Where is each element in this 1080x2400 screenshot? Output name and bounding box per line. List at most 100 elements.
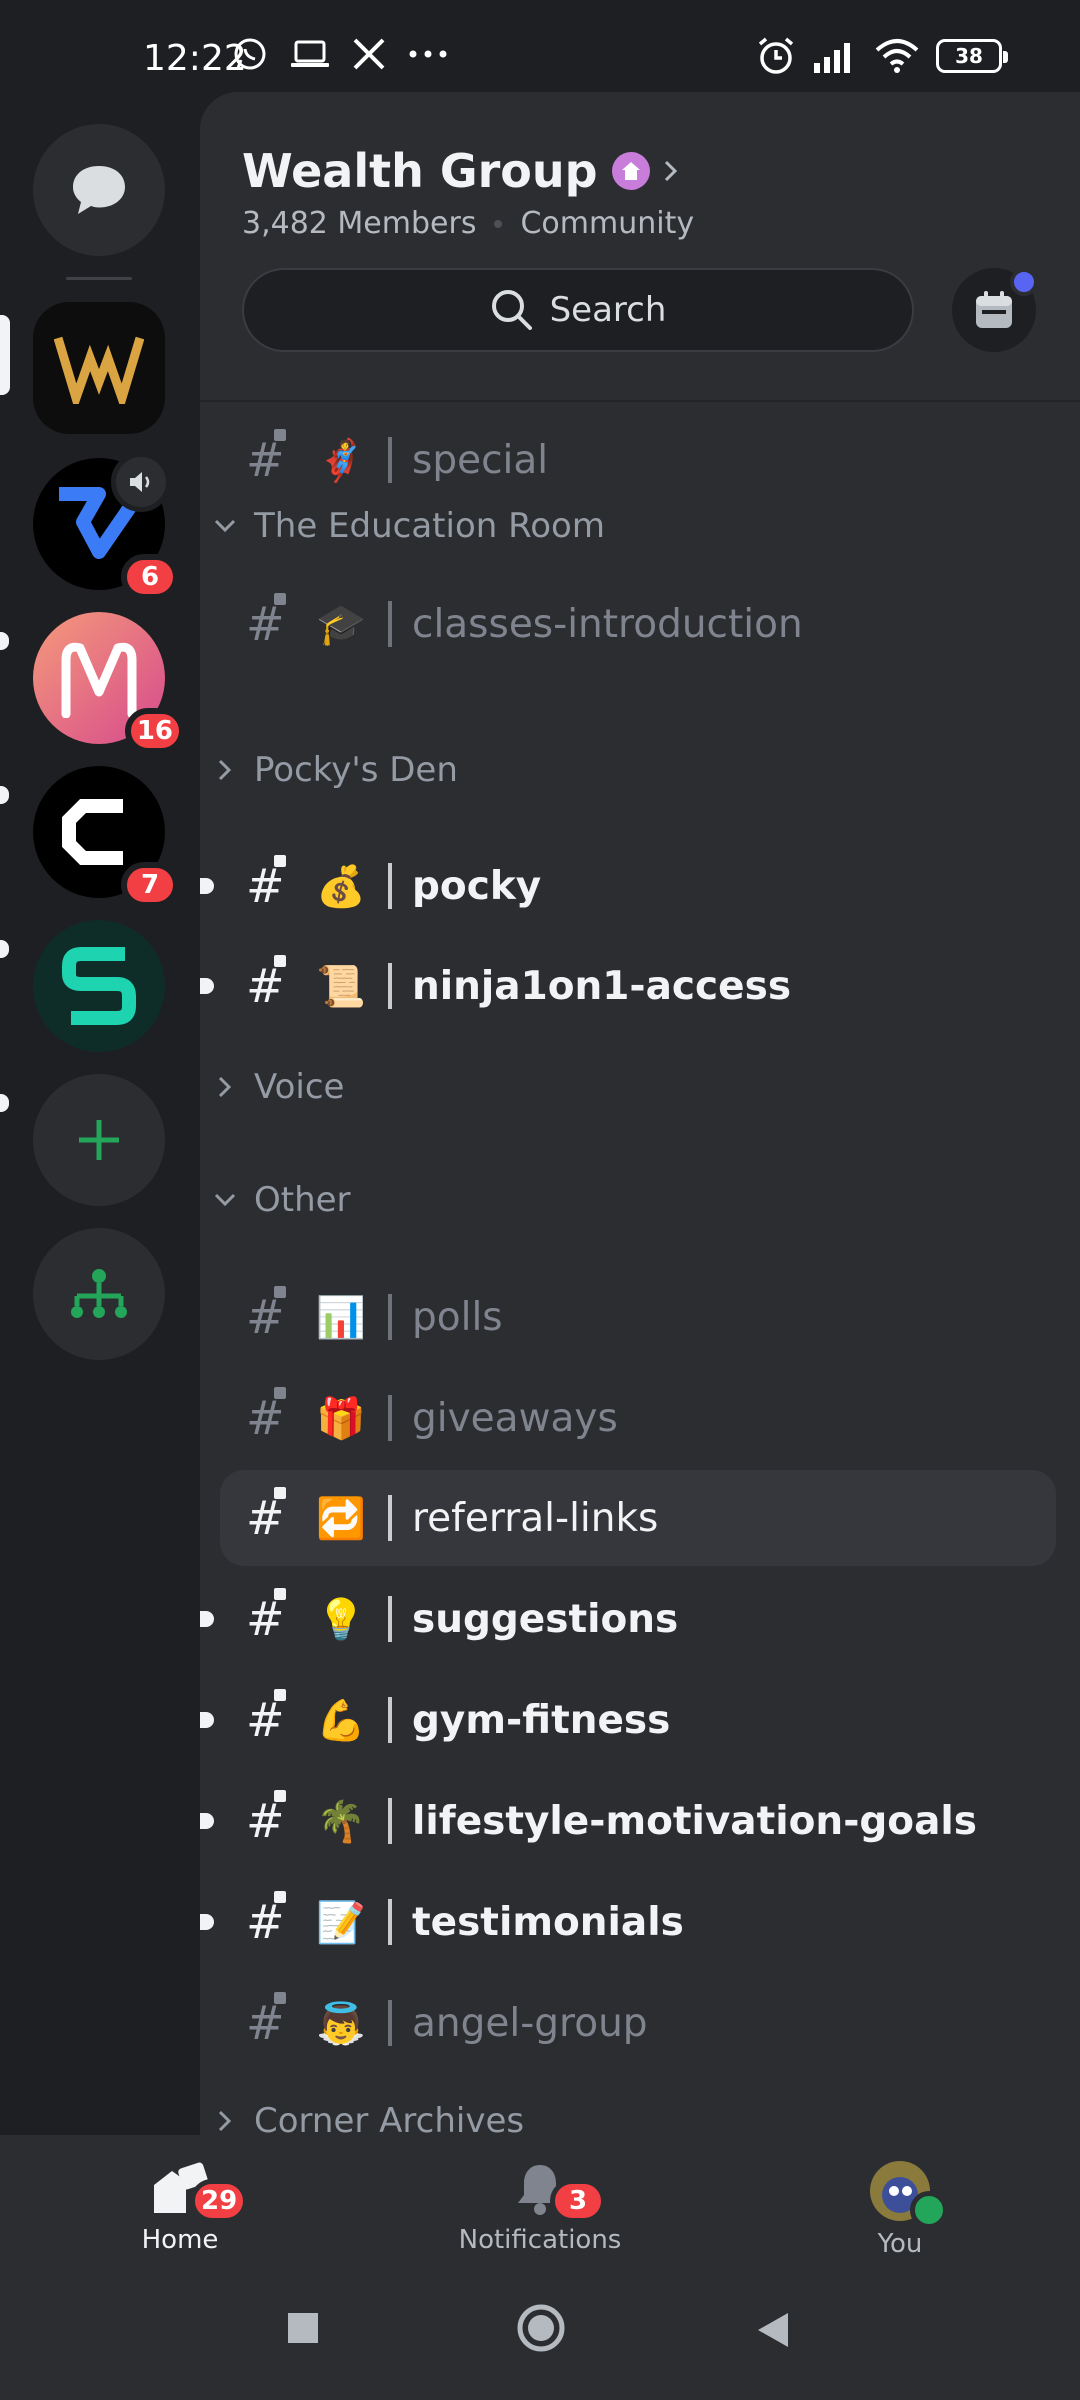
discover-servers-button[interactable] bbox=[33, 1228, 165, 1360]
category-voice[interactable]: Voice bbox=[210, 1057, 344, 1117]
status-left-icons bbox=[232, 36, 448, 72]
unread-indicator bbox=[0, 632, 9, 650]
unread-indicator bbox=[200, 1712, 214, 1728]
channel-name: polls bbox=[412, 1294, 503, 1340]
channel-emoji: 💡 bbox=[316, 1596, 366, 1643]
server-name-button[interactable]: Wealth Group bbox=[242, 144, 678, 198]
server-m-logo[interactable]: 16 bbox=[33, 612, 185, 754]
locked-channel-icon: # bbox=[246, 955, 306, 1013]
channel-separator bbox=[388, 1495, 392, 1541]
battery-icon: 38 bbox=[936, 39, 1008, 73]
server-badge: 16 bbox=[124, 708, 185, 754]
server-wealth-group[interactable] bbox=[33, 302, 165, 434]
channel-emoji: 📊 bbox=[316, 1294, 366, 1341]
nav-label: Notifications bbox=[458, 2225, 622, 2255]
category-label: Corner Archives bbox=[254, 2101, 525, 2135]
channel-separator bbox=[388, 2000, 392, 2046]
channel-separator bbox=[388, 1697, 392, 1743]
m-logo-icon bbox=[61, 642, 137, 718]
recents-square-icon[interactable] bbox=[286, 2311, 320, 2345]
locked-channel-icon: # bbox=[246, 429, 306, 487]
channel-panel: # 🦸 special The Education Room # 🎓 class… bbox=[200, 92, 1080, 2135]
status-right-icons: 38 bbox=[756, 36, 1008, 76]
channel-ninja1on1-access[interactable]: # 📜 ninja1on1-access bbox=[200, 938, 1056, 1034]
nav-home[interactable]: 29 Home bbox=[120, 2161, 249, 2255]
channel-suggestions[interactable]: # 💡 suggestions bbox=[200, 1571, 1056, 1667]
chevron-down-icon bbox=[210, 1193, 240, 1207]
unread-indicator bbox=[200, 1611, 214, 1627]
channel-pocky[interactable]: # 💰 pocky bbox=[200, 838, 1056, 934]
locked-channel-icon: # bbox=[246, 1992, 306, 2050]
channel-referral-links[interactable]: # 🔁 referral-links bbox=[220, 1470, 1056, 1566]
channel-special[interactable]: # 🦸 special bbox=[220, 412, 1056, 508]
add-server-button[interactable] bbox=[33, 1074, 165, 1206]
server-name: Wealth Group bbox=[242, 144, 598, 198]
server-rail: 6 16 7 bbox=[0, 120, 200, 2135]
channel-emoji: 💪 bbox=[316, 1697, 366, 1744]
channel-separator bbox=[388, 1294, 392, 1340]
channel-separator bbox=[388, 963, 392, 1009]
channel-separator bbox=[388, 863, 392, 909]
channel-polls[interactable]: # 📊 polls bbox=[220, 1269, 1056, 1365]
s-logo-icon bbox=[62, 947, 136, 1025]
nav-notifications[interactable]: 3 Notifications bbox=[440, 2161, 640, 2255]
channel-lifestyle-motivation-goals[interactable]: # 🌴 lifestyle-motivation-goals bbox=[200, 1773, 1056, 1869]
back-triangle-icon[interactable] bbox=[756, 2311, 790, 2349]
channel-gym-fitness[interactable]: # 💪 gym-fitness bbox=[200, 1672, 1056, 1768]
category-pockys-den[interactable]: Pocky's Den bbox=[210, 740, 458, 800]
server-s-logo[interactable] bbox=[33, 920, 165, 1052]
category-label: Other bbox=[254, 1180, 351, 1220]
x-icon bbox=[353, 38, 385, 70]
plus-icon bbox=[79, 1120, 119, 1160]
channel-testimonials[interactable]: # 📝 testimonials bbox=[200, 1874, 1056, 1970]
channel-classes-introduction[interactable]: # 🎓 classes-introduction bbox=[220, 576, 1056, 672]
category-corner-archives[interactable]: Corner Archives bbox=[210, 2091, 524, 2135]
chevron-right-icon bbox=[210, 759, 240, 781]
locked-channel-icon: # bbox=[246, 1790, 306, 1848]
unread-indicator bbox=[0, 1094, 9, 1112]
unread-indicator bbox=[0, 786, 9, 804]
channel-separator bbox=[388, 437, 392, 483]
alarm-icon bbox=[758, 37, 794, 74]
channel-name: testimonials bbox=[412, 1899, 684, 1945]
category-other[interactable]: Other bbox=[210, 1170, 351, 1230]
search-icon bbox=[491, 290, 532, 330]
channel-name: classes-introduction bbox=[412, 601, 803, 647]
speaker-icon bbox=[130, 472, 150, 492]
channel-giveaways[interactable]: # 🎁 giveaways bbox=[220, 1370, 1056, 1466]
boost-home-icon bbox=[611, 152, 650, 190]
channel-separator bbox=[388, 601, 392, 647]
chat-bubble-icon bbox=[73, 166, 125, 214]
channel-angel-group[interactable]: # 👼 angel-group bbox=[220, 1975, 1056, 2071]
wealth-group-logo-icon bbox=[54, 336, 144, 404]
signal-icon bbox=[814, 43, 850, 73]
unread-indicator bbox=[200, 1914, 214, 1930]
channel-name: ninja1on1-access bbox=[412, 963, 792, 1009]
direct-messages-button[interactable] bbox=[33, 124, 165, 256]
wifi-icon bbox=[875, 39, 919, 73]
home-badge: 29 bbox=[190, 2179, 249, 2223]
nav-you[interactable]: You bbox=[840, 2161, 960, 2259]
search-button[interactable]: Search bbox=[242, 268, 914, 352]
channel-emoji: 🦸 bbox=[316, 437, 366, 484]
server-blue-logo[interactable]: 6 bbox=[33, 452, 179, 600]
locked-channel-icon: # bbox=[246, 1891, 306, 1949]
channel-emoji: 📝 bbox=[316, 1899, 366, 1946]
unread-indicator bbox=[200, 978, 214, 994]
home-circle-icon[interactable] bbox=[516, 2303, 566, 2353]
events-button[interactable] bbox=[952, 268, 1038, 352]
rail-divider bbox=[66, 277, 132, 280]
whatsapp-icon bbox=[234, 38, 266, 70]
channel-emoji: 🎓 bbox=[316, 601, 366, 648]
bottom-navigation: 29 Home 3 Notifications You bbox=[0, 2135, 1080, 2400]
chevron-right-icon bbox=[210, 2110, 240, 2132]
channel-name: suggestions bbox=[412, 1596, 679, 1642]
unread-indicator bbox=[0, 940, 9, 958]
server-c-logo[interactable]: 7 bbox=[33, 766, 179, 908]
locked-channel-icon: # bbox=[246, 1387, 306, 1445]
channel-name: gym-fitness bbox=[412, 1697, 671, 1743]
category-label: Voice bbox=[254, 1067, 345, 1107]
category-education-room[interactable]: The Education Room bbox=[210, 496, 605, 556]
channel-emoji: 💰 bbox=[316, 863, 366, 910]
notifications-badge: 3 bbox=[550, 2179, 606, 2223]
